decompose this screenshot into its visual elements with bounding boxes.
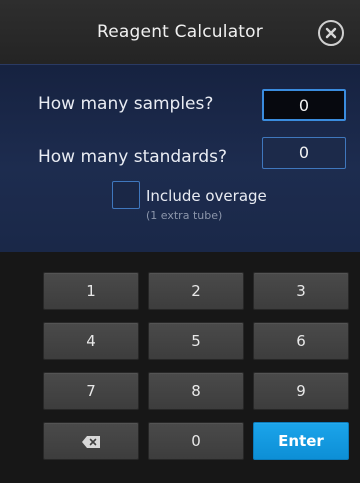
key-5[interactable]: 5 xyxy=(148,322,244,360)
key-7[interactable]: 7 xyxy=(43,372,139,410)
input-panel: How many samples? 0 How many standards? … xyxy=(0,64,360,253)
overage-label: Include overage xyxy=(146,187,267,205)
close-button[interactable] xyxy=(318,20,344,46)
key-2[interactable]: 2 xyxy=(148,272,244,310)
key-1[interactable]: 1 xyxy=(43,272,139,310)
key-0[interactable]: 0 xyxy=(148,422,244,460)
reagent-calculator-window: Reagent Calculator How many samples? 0 H… xyxy=(0,0,360,483)
key-9[interactable]: 9 xyxy=(253,372,349,410)
standards-field[interactable]: 0 xyxy=(262,137,346,169)
numeric-keypad: 1 2 3 4 5 6 7 8 9 0 Enter xyxy=(0,252,360,483)
title-bar: Reagent Calculator xyxy=(0,0,360,65)
window-title: Reagent Calculator xyxy=(97,22,263,42)
key-6[interactable]: 6 xyxy=(253,322,349,360)
backspace-button[interactable] xyxy=(43,422,139,460)
samples-field[interactable]: 0 xyxy=(262,89,346,121)
enter-button[interactable]: Enter xyxy=(253,422,349,460)
key-3[interactable]: 3 xyxy=(253,272,349,310)
backspace-icon xyxy=(82,435,100,448)
overage-sublabel: (1 extra tube) xyxy=(146,209,223,222)
samples-label: How many samples? xyxy=(38,94,214,114)
overage-checkbox[interactable] xyxy=(112,181,140,209)
key-8[interactable]: 8 xyxy=(148,372,244,410)
close-icon xyxy=(325,27,337,39)
standards-label: How many standards? xyxy=(38,147,227,167)
key-4[interactable]: 4 xyxy=(43,322,139,360)
